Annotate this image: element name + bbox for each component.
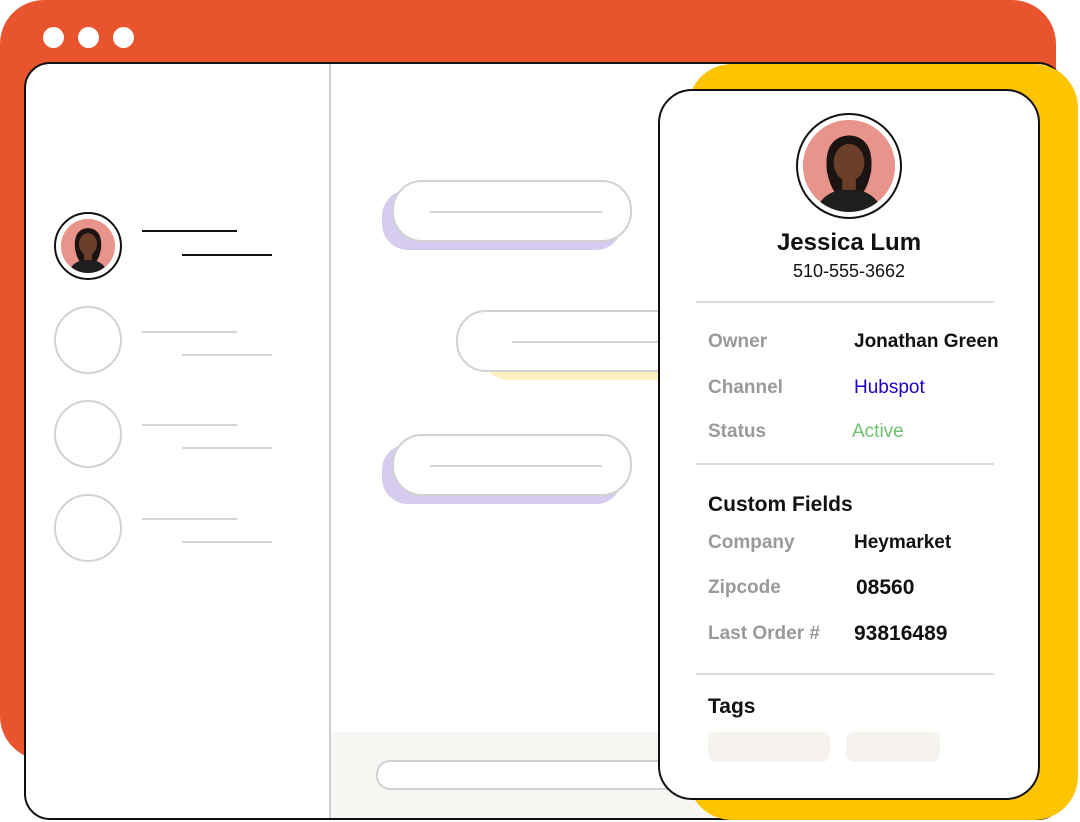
window-dot-icon[interactable] — [43, 27, 64, 48]
last-order-value: 93816489 — [854, 622, 948, 645]
owner-value: Jonathan Green — [854, 331, 999, 352]
contact-details-card: Jessica Lum 510-555-3662 Owner Jonathan … — [658, 89, 1040, 800]
zipcode-label: Zipcode — [708, 577, 781, 598]
divider — [696, 463, 994, 465]
contact-phone: 510-555-3662 — [792, 261, 906, 281]
conversation-preview-line — [142, 518, 237, 520]
owner-label: Owner — [708, 331, 768, 352]
contact-name: Jessica Lum — [776, 229, 922, 256]
conversation-preview-line — [182, 541, 272, 543]
tag-pill[interactable] — [846, 732, 940, 762]
window-dot-icon[interactable] — [78, 27, 99, 48]
person-avatar-icon — [803, 120, 895, 212]
conversation-item[interactable] — [54, 306, 122, 374]
tags-title: Tags — [708, 695, 756, 718]
sidebar-divider — [329, 64, 331, 818]
message-bubble-incoming[interactable] — [392, 434, 632, 496]
message-bubble-incoming[interactable] — [392, 180, 632, 242]
status-label: Status — [708, 421, 767, 442]
window-dot-icon[interactable] — [113, 27, 134, 48]
conversation-preview-line — [142, 230, 237, 232]
divider — [696, 673, 994, 675]
company-label: Company — [708, 532, 795, 553]
status-badge: Active — [852, 421, 904, 442]
conversation-preview-line — [142, 331, 237, 333]
conversation-item[interactable] — [54, 400, 122, 468]
channel-label: Channel — [708, 377, 783, 398]
contact-avatar — [796, 113, 902, 219]
conversation-preview-line — [182, 254, 272, 256]
conversation-preview-line — [182, 447, 272, 449]
custom-fields-title: Custom Fields — [708, 493, 853, 516]
company-value: Heymarket — [854, 532, 952, 553]
person-avatar-icon — [61, 219, 115, 273]
zipcode-value: 08560 — [856, 576, 915, 599]
conversation-item-active[interactable] — [54, 212, 122, 280]
conversation-preview-line — [142, 424, 237, 426]
last-order-label: Last Order # — [708, 623, 820, 644]
channel-link[interactable]: Hubspot — [854, 377, 925, 399]
conversation-preview-line — [182, 354, 272, 356]
tag-pill[interactable] — [708, 732, 830, 762]
conversation-item[interactable] — [54, 494, 122, 562]
divider — [696, 301, 994, 303]
